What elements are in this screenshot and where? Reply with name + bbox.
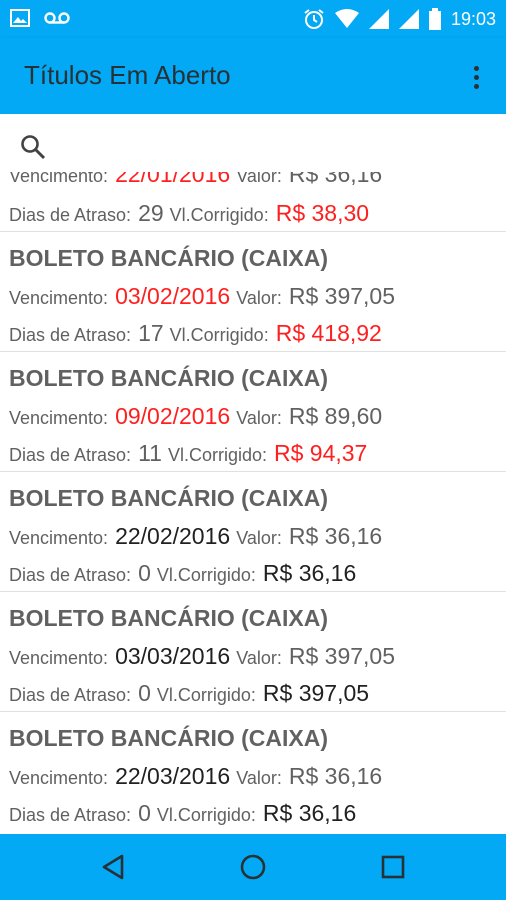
back-icon[interactable] (98, 852, 128, 882)
signal-icon (368, 9, 389, 29)
due-date-label: Vencimento: (9, 768, 109, 788)
alarm-icon (304, 9, 324, 29)
signal-icon (398, 9, 419, 29)
status-bar: 19:03 (0, 0, 506, 38)
amount-label: Valor: (236, 528, 282, 548)
item-title: BOLETO BANCÁRIO (CAIXA) (9, 485, 329, 511)
titles-list[interactable]: Vencimento: 22/01/2016 Valor: R$ 36,16 D… (0, 172, 506, 834)
days-late-value: 11 (138, 440, 162, 466)
amount-label: Valor: (236, 768, 282, 788)
list-item[interactable]: BOLETO BANCÁRIO (CAIXA) Vencimento: 09/0… (0, 352, 506, 472)
battery-icon (428, 8, 441, 30)
item-title: BOLETO BANCÁRIO (CAIXA) (9, 245, 329, 271)
amount-label: Valor: (236, 648, 282, 668)
search-bar (0, 114, 506, 172)
corrected-value: R$ 397,05 (262, 680, 370, 706)
list-item[interactable]: BOLETO BANCÁRIO (CAIXA) Vencimento: 03/0… (0, 232, 506, 352)
search-input[interactable] (60, 126, 484, 162)
days-late-label: Dias de Atraso: (9, 565, 132, 585)
due-date-label: Vencimento: (9, 648, 109, 668)
item-title: BOLETO BANCÁRIO (CAIXA) (9, 725, 329, 751)
corrected-value: R$ 36,16 (262, 800, 357, 826)
days-late-value: 0 (138, 680, 151, 706)
days-late-label: Dias de Atraso: (9, 205, 132, 225)
days-late-label: Dias de Atraso: (9, 325, 132, 345)
navigation-bar (0, 834, 506, 900)
amount-value: R$ 36,16 (288, 172, 383, 187)
days-late-label: Dias de Atraso: (9, 685, 132, 705)
list-item[interactable]: BOLETO BANCÁRIO (CAIXA) Vencimento: 03/0… (0, 592, 506, 712)
item-title: BOLETO BANCÁRIO (CAIXA) (9, 605, 329, 631)
amount-value: R$ 36,16 (288, 523, 383, 549)
corrected-label: Vl.Corrigido: (167, 445, 267, 465)
due-date-label: Vencimento: (9, 408, 109, 428)
corrected-label: Vl.Corrigido: (169, 325, 269, 345)
days-late-label: Dias de Atraso: (9, 805, 132, 825)
days-late-value: 0 (138, 560, 151, 586)
recents-icon[interactable] (378, 852, 408, 882)
list-item[interactable]: Vencimento: 22/01/2016 Valor: R$ 36,16 D… (0, 172, 506, 232)
due-date-label: Vencimento: (9, 288, 109, 308)
app-bar: Títulos Em Aberto (0, 38, 506, 114)
list-item[interactable]: BOLETO BANCÁRIO (CAIXA) Vencimento: 22/0… (0, 472, 506, 592)
voicemail-icon (44, 12, 70, 24)
status-time: 19:03 (450, 8, 496, 29)
list-item[interactable]: BOLETO BANCÁRIO (CAIXA) Vencimento: 22/0… (0, 712, 506, 832)
due-date-value: 03/03/2016 (115, 643, 231, 669)
due-date-value: 09/02/2016 (115, 403, 231, 429)
image-icon (10, 9, 30, 27)
days-late-value: 17 (138, 320, 164, 346)
corrected-value: R$ 418,92 (275, 320, 382, 346)
amount-label: Valor: (236, 288, 282, 308)
corrected-label: Vl.Corrigido: (156, 565, 256, 585)
due-date-value: 22/03/2016 (115, 763, 231, 789)
corrected-label: Vl.Corrigido: (156, 805, 256, 825)
page-title: Títulos Em Aberto (24, 60, 231, 90)
corrected-value: R$ 94,37 (274, 440, 368, 466)
amount-value: R$ 89,60 (288, 403, 383, 429)
days-late-value: 0 (138, 800, 151, 826)
corrected-value: R$ 38,30 (275, 200, 370, 226)
corrected-label: Vl.Corrigido: (169, 205, 269, 225)
home-icon[interactable] (238, 852, 268, 882)
overflow-menu-icon[interactable] (464, 62, 488, 92)
search-icon[interactable] (20, 134, 46, 160)
amount-value: R$ 397,05 (288, 283, 396, 309)
amount-label: Valor: (236, 408, 282, 428)
days-late-label: Dias de Atraso: (9, 445, 132, 465)
item-title: BOLETO BANCÁRIO (CAIXA) (9, 365, 329, 391)
due-date-value: 03/02/2016 (115, 283, 231, 309)
due-date-value: 22/02/2016 (115, 523, 231, 549)
days-late-value: 29 (138, 200, 164, 226)
due-date-value: 22/01/2016 (115, 172, 231, 187)
due-date-label: Vencimento: (9, 172, 109, 186)
amount-value: R$ 36,16 (288, 763, 383, 789)
due-date-label: Vencimento: (9, 528, 109, 548)
corrected-label: Vl.Corrigido: (156, 685, 256, 705)
amount-value: R$ 397,05 (288, 643, 396, 669)
amount-label: Valor: (236, 172, 282, 186)
wifi-icon (334, 9, 359, 28)
corrected-value: R$ 36,16 (262, 560, 357, 586)
